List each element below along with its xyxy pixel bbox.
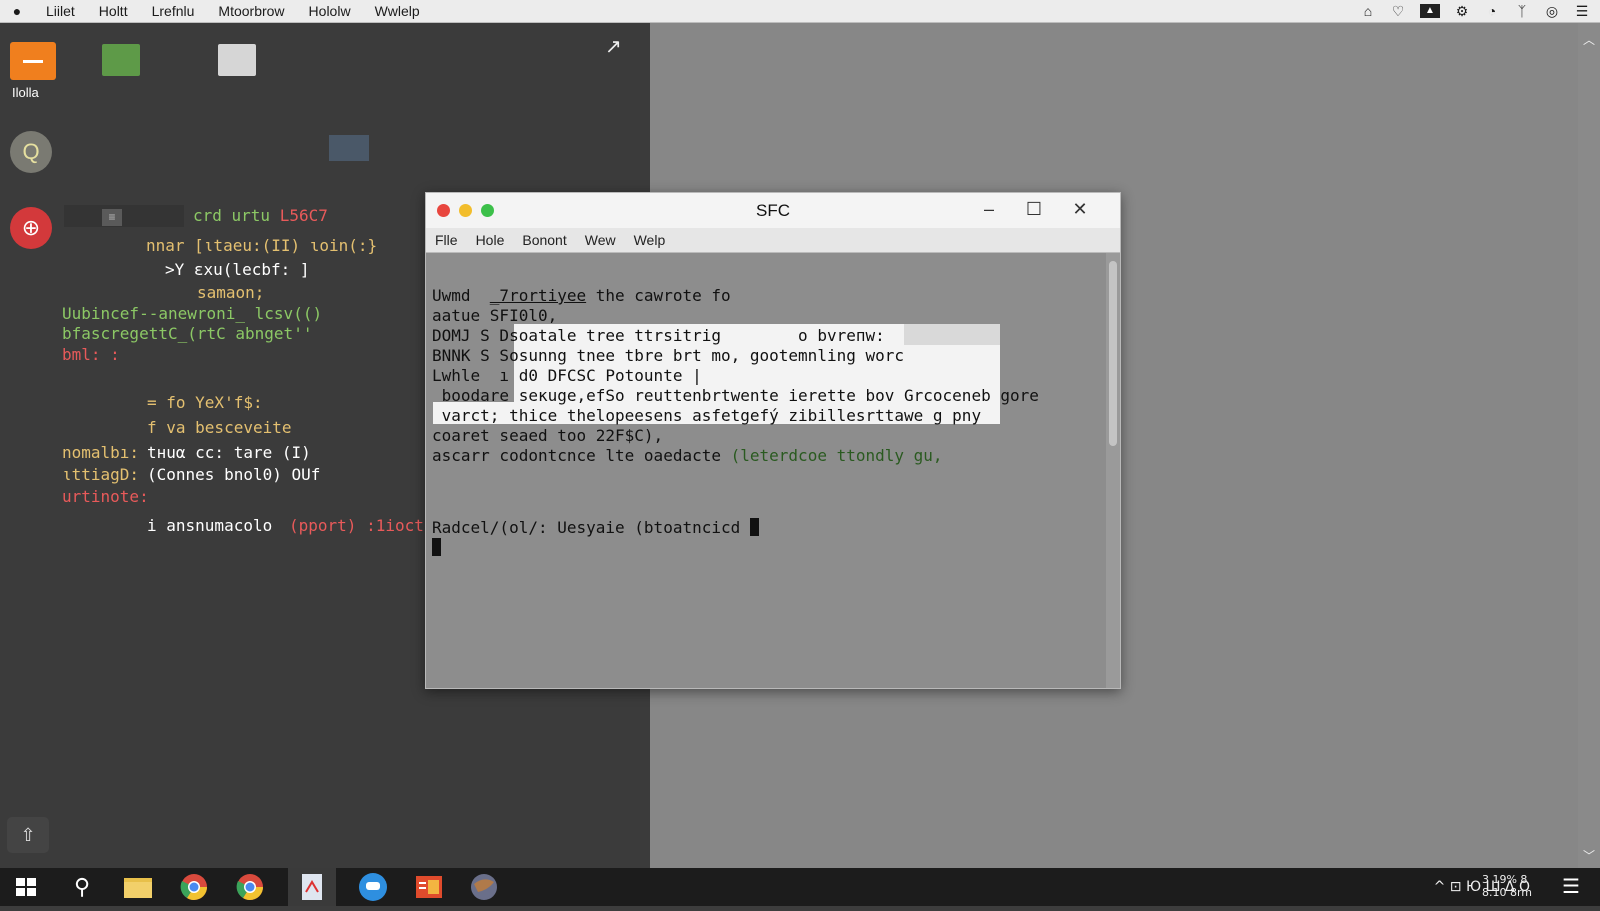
terminal-line: aatue SFI0l0,: [432, 306, 558, 325]
search-app-icon[interactable]: Q: [10, 131, 52, 173]
windows-start-icon[interactable]: [10, 872, 42, 902]
office-app-icon[interactable]: [413, 872, 445, 902]
code-line: tнuα cc: tare (I): [147, 443, 311, 462]
file-explorer-icon[interactable]: [122, 872, 154, 902]
window-scrollbar[interactable]: [1106, 253, 1120, 688]
code-line: f va besceveite: [147, 418, 292, 437]
scroll-thumb[interactable]: [1109, 261, 1117, 446]
search-icon[interactable]: ⚲: [66, 872, 98, 902]
code-tab-strip: [64, 205, 184, 227]
menu-file[interactable]: Flle: [435, 232, 458, 248]
edit-pen-icon[interactable]: ↗: [605, 34, 635, 64]
thumbnail-icon: [329, 135, 369, 161]
folder-icon[interactable]: [102, 44, 140, 76]
close-icon[interactable]: ✕: [1069, 199, 1091, 220]
code-line: nnar [ιtaeu:(II) ɩoin(:}: [146, 236, 378, 255]
menu-welp[interactable]: Welp: [634, 232, 666, 248]
target-icon[interactable]: ◎: [1544, 3, 1560, 20]
code-line: i ansnumacolo: [147, 516, 273, 535]
scroll-up-icon[interactable]: ︿: [1583, 31, 1595, 48]
code-line: urtinote:: [62, 487, 149, 506]
heart-icon[interactable]: ♡: [1390, 3, 1406, 20]
folder-icon[interactable]: [218, 44, 256, 76]
menu-item-2[interactable]: Holtt: [99, 3, 128, 19]
terminal-line: boodare seкuge,efSo reuttenbrtwente iere…: [432, 386, 1039, 405]
code-line: (pport) :1iocto: [289, 516, 434, 535]
taskbar: ⚲ ^ ⊡ Ю Ш Δ Ο 3 19% 8 8.10 8rm ☰: [0, 868, 1600, 906]
menu-format[interactable]: Bonont: [522, 232, 566, 248]
chrome-icon[interactable]: [178, 872, 210, 902]
globe-app-icon[interactable]: [468, 872, 500, 902]
maximize-icon[interactable]: ☐: [1023, 199, 1045, 220]
menu-item-6[interactable]: Wwlelp: [375, 3, 420, 19]
window-menu: Flle Hole Bonont Wew Welp: [426, 228, 1120, 253]
document-app-icon[interactable]: [288, 868, 336, 906]
code-line: ιttiagD:: [62, 465, 140, 484]
menu-icon[interactable]: ☰: [1574, 3, 1590, 20]
menu-help[interactable]: Hole: [476, 232, 505, 248]
clock-icon[interactable]: ◔: [1484, 3, 1500, 19]
display-icon[interactable]: ▲: [1420, 4, 1440, 18]
terminal-line: varct; thice thelopeesens asfetgefý zibi…: [432, 406, 982, 425]
terminal-line: Lwhle ı d0 DFCSC Potounte |: [432, 366, 702, 385]
lifebuoy-app-icon[interactable]: ⊕: [10, 207, 52, 249]
menu-item-3[interactable]: Lrefnlu: [152, 3, 195, 19]
window-title: SFC: [756, 201, 790, 220]
code-line: Uubincef--anewroni_ lcsv((): [62, 304, 323, 323]
terminal-line: DOMJ S Dsoatale tree ttrsitrig o bvreпw:: [432, 326, 885, 345]
status-icons: ⌂ ♡ ▲ ⚙ ◔ ᛉ ◎ ☰: [1360, 0, 1590, 22]
bolt-icon[interactable]: ᛉ: [1514, 3, 1530, 19]
terminal-line: coaret seaed too 22F$C),: [432, 426, 664, 445]
code-line: nomalbı:: [62, 443, 140, 462]
gear-icon[interactable]: ⚙: [1454, 3, 1470, 20]
app-tile-icon[interactable]: [10, 42, 56, 80]
terminal-line: Uwmd _7rortiyee the cawrote fo: [432, 286, 731, 305]
code-line: bfascregettC_(rtC abnget'': [62, 324, 313, 343]
clock[interactable]: 3 19% 8 8.10 8rm: [1482, 873, 1532, 899]
notification-icon[interactable]: ☰: [1555, 872, 1587, 902]
terminal-line: BNNK S Sosunng tnee tbre brt mo, gootemn…: [432, 346, 905, 365]
share-icon[interactable]: ⇧: [7, 817, 49, 853]
scrollbar[interactable]: ︿ ﹀: [1578, 23, 1600, 868]
minimize-icon[interactable]: –: [978, 199, 1000, 220]
document-icon[interactable]: ≡: [102, 209, 122, 226]
code-line: samaon;: [197, 283, 265, 302]
bell-icon[interactable]: ⌂: [1360, 3, 1376, 19]
chat-app-icon[interactable]: [357, 872, 389, 902]
scroll-down-icon[interactable]: ﹀: [1583, 847, 1595, 864]
chrome-icon[interactable]: [234, 872, 266, 902]
code-line: = fo YeX'f$:: [147, 393, 263, 412]
menu-bar: ● Liilet Holtt Lrefnlu Mtoorbrow Hololw …: [0, 0, 1600, 23]
menu-item-1[interactable]: Liilet: [46, 3, 75, 19]
menu-view[interactable]: Wew: [585, 232, 616, 248]
terminal-cursor: [432, 538, 441, 557]
code-line: >Y ɛxu(lecbf: ]: [165, 260, 310, 279]
sfc-window: SFC – ☐ ✕ Flle Hole Bonont Wew Welp Uwmd…: [425, 192, 1121, 689]
terminal-line: ascarr codontcnce lte oaedacte (leterdco…: [432, 446, 943, 465]
code-line: (Connes bnol0) OUf: [147, 465, 321, 484]
code-line: bml: :: [62, 345, 120, 364]
window-titlebar[interactable]: SFC – ☐ ✕: [426, 193, 1120, 228]
terminal-prompt[interactable]: Radcel/(ol/: Uesyaie (btoatncicd: [432, 518, 759, 537]
code-title: crd urtu L56C7: [193, 206, 328, 225]
apple-icon[interactable]: ●: [0, 3, 34, 19]
menu-item-4[interactable]: Mtoorbrow: [218, 3, 284, 19]
app-tile-label: Ilolla: [12, 85, 39, 100]
menu-item-5[interactable]: Hololw: [309, 3, 351, 19]
